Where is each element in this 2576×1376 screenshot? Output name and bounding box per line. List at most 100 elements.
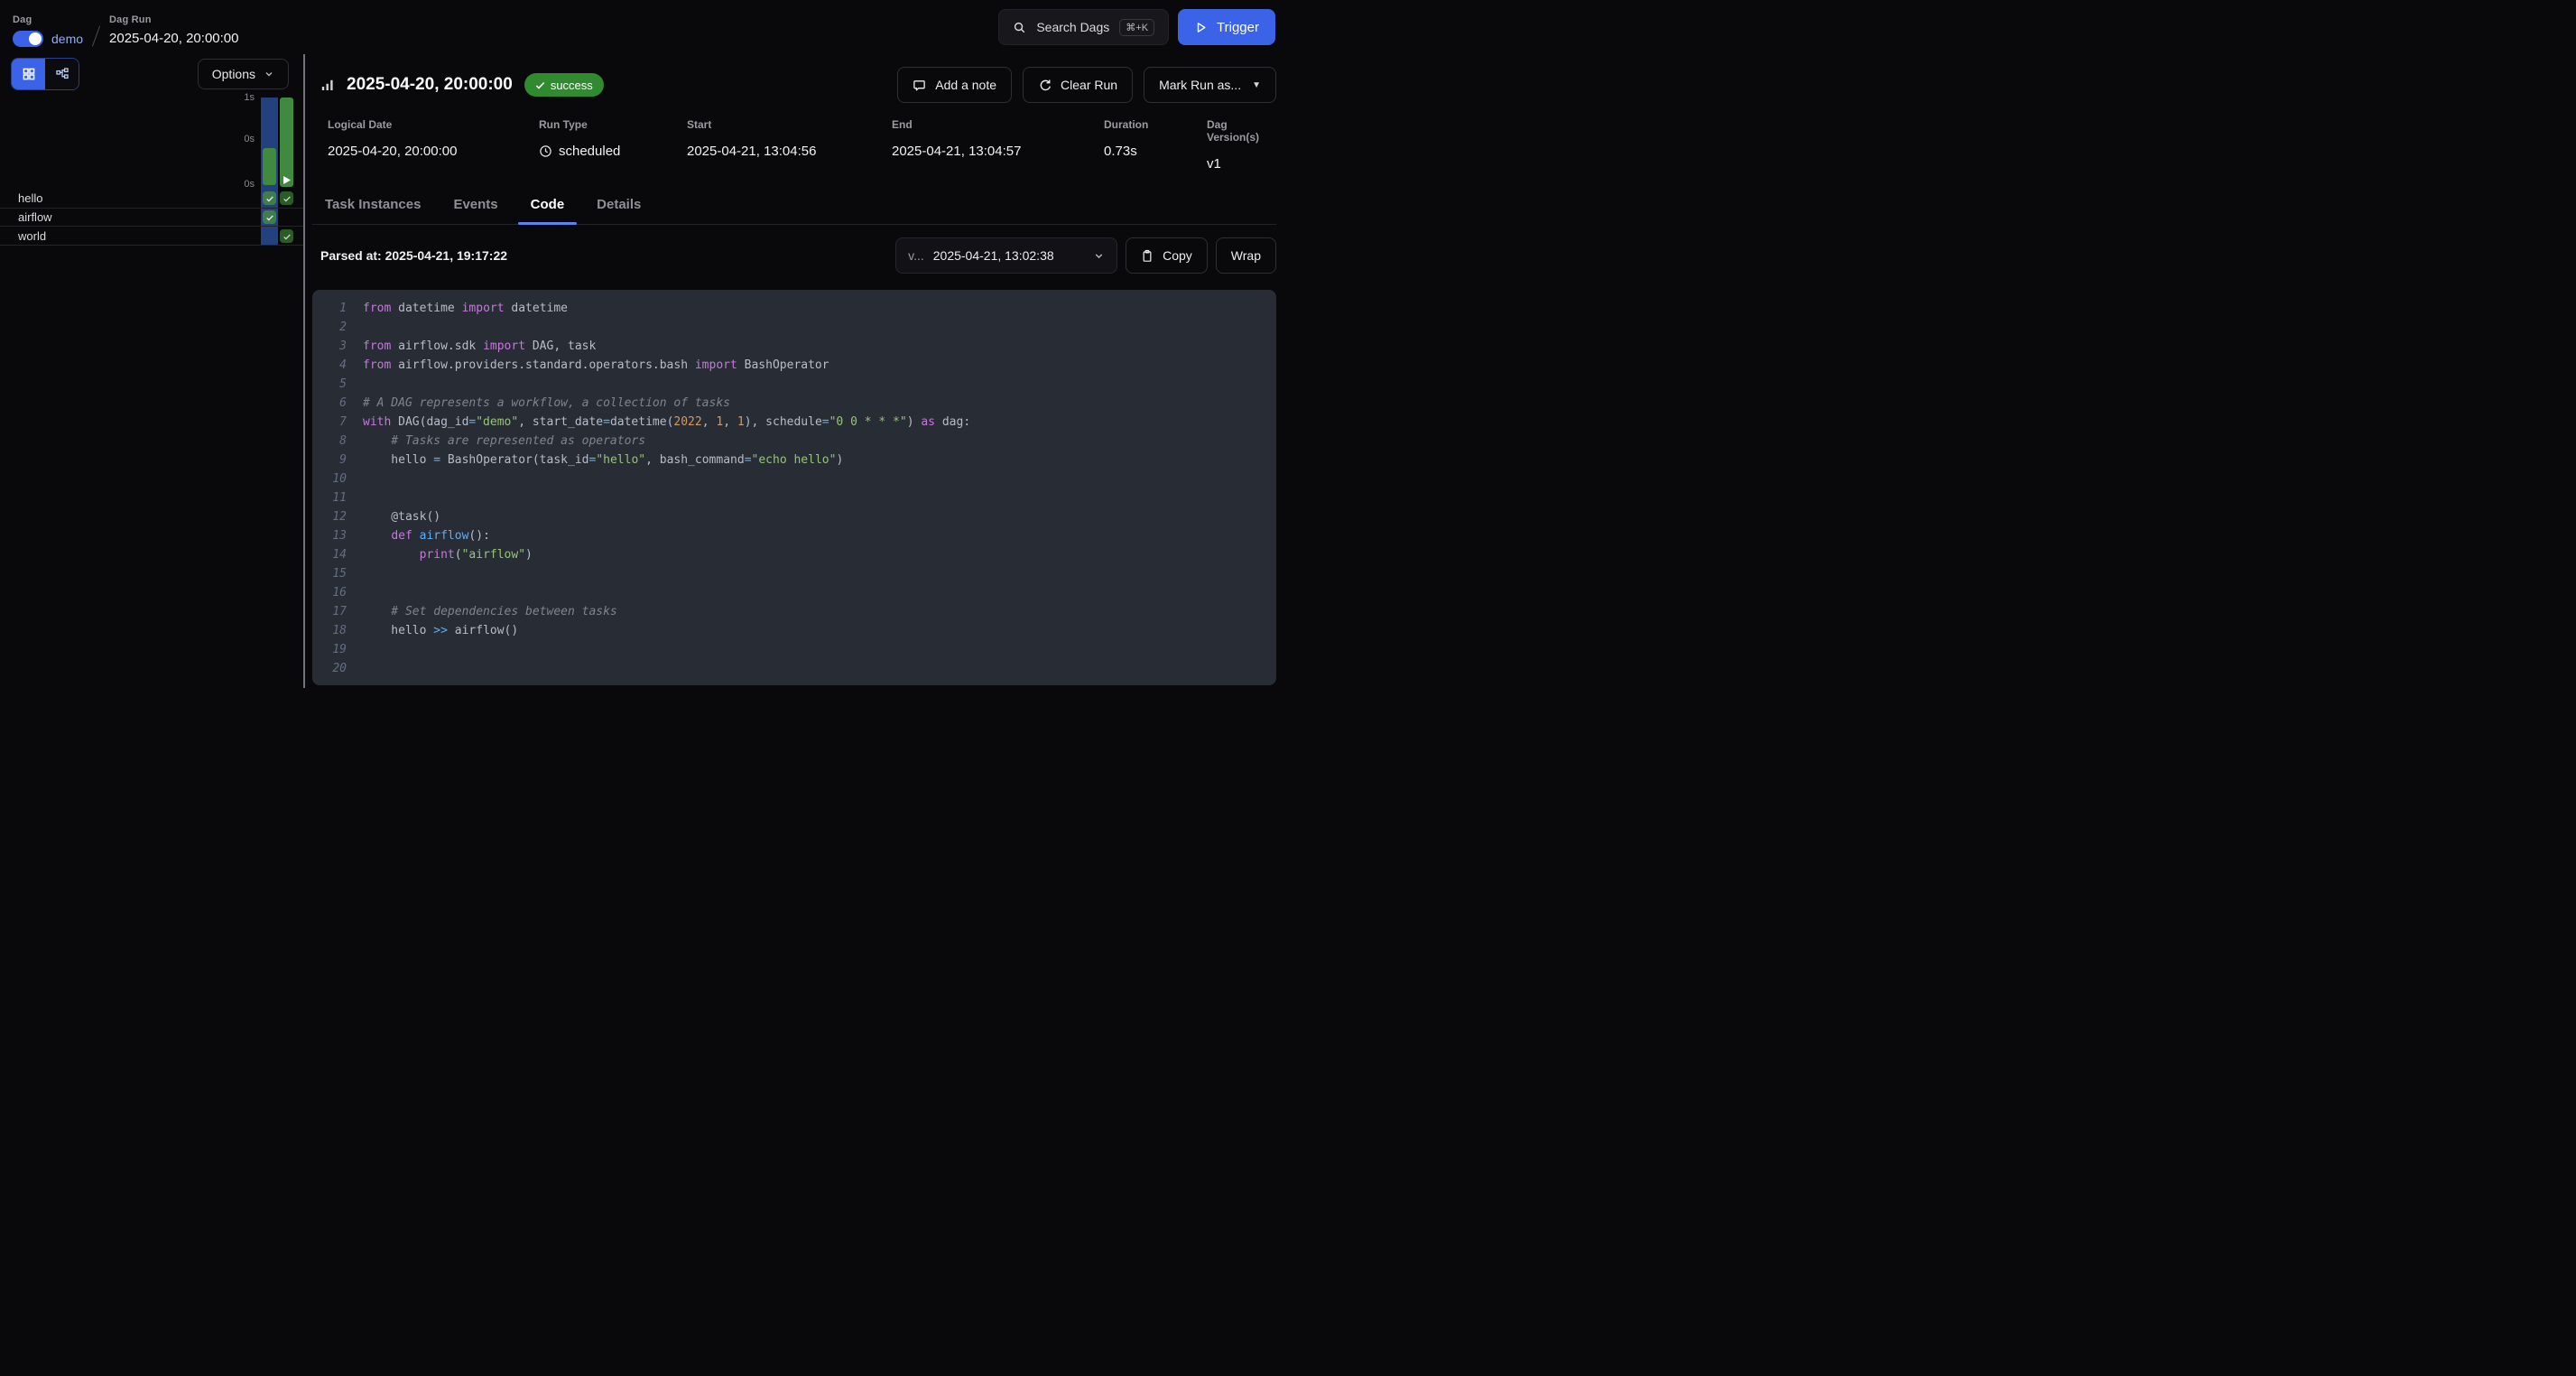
search-shortcut: ⌘+K	[1119, 19, 1154, 36]
meta-value: v1	[1207, 156, 1276, 172]
version-prefix: v...	[908, 248, 924, 263]
meta-label: Logical Date	[328, 118, 539, 131]
dag-name-link[interactable]: demo	[51, 32, 83, 46]
options-button[interactable]: Options	[198, 59, 289, 89]
run-metadata: Logical Date 2025-04-20, 20:00:00 Run Ty…	[312, 118, 1276, 172]
tab-events[interactable]: Events	[440, 197, 510, 224]
status-label: success	[551, 79, 593, 92]
task-row-hello[interactable]: hello	[0, 190, 303, 209]
meta-label: End	[892, 118, 1104, 131]
tab-code[interactable]: Code	[518, 197, 578, 224]
line-number: 20	[325, 659, 347, 678]
task-row-world[interactable]: world	[0, 227, 303, 246]
dag-pause-toggle[interactable]	[13, 31, 43, 47]
code-line: 7 with DAG(dag_id="demo", start_date=date…	[325, 413, 1276, 432]
dag-label: Dag	[13, 14, 83, 25]
meta-start: Start 2025-04-21, 13:04:56	[687, 118, 892, 172]
clear-run-button[interactable]: Clear Run	[1023, 67, 1133, 103]
code-line: 15	[325, 564, 1276, 583]
task-status-check-hello-run1[interactable]	[263, 191, 276, 205]
run-header: 2025-04-20, 20:00:00 success Add a note	[312, 66, 1276, 104]
search-dags-button[interactable]: Search Dags ⌘+K	[998, 9, 1169, 45]
task-row-airflow[interactable]: airflow	[0, 209, 303, 228]
status-badge: success	[524, 73, 604, 97]
version-value: 2025-04-21, 13:02:38	[933, 248, 1084, 263]
run-header-left: 2025-04-20, 20:00:00 success	[312, 73, 604, 97]
wrap-button[interactable]: Wrap	[1216, 237, 1276, 274]
meta-value: scheduled	[539, 144, 687, 159]
line-number: 15	[325, 564, 347, 583]
code-line: 2	[325, 318, 1276, 337]
graph-view-button[interactable]	[45, 59, 79, 89]
line-number: 11	[325, 488, 347, 507]
code-line: 19	[325, 640, 1276, 659]
dag-code-viewer[interactable]: 1from datetime import datetime23from air…	[312, 290, 1276, 685]
meta-label: Dag Version(s)	[1207, 118, 1276, 144]
code-lines: 1from datetime import datetime23from air…	[325, 299, 1276, 678]
code-toolbar-actions: v... 2025-04-21, 13:02:38 Copy Wrap	[895, 237, 1276, 274]
code-text: from airflow.sdk import DAG, task	[363, 337, 596, 356]
axis-tick-0s-bottom: 0s	[244, 179, 255, 190]
search-icon	[1013, 21, 1026, 34]
add-note-button[interactable]: Add a note	[897, 67, 1012, 103]
run-title: 2025-04-20, 20:00:00	[347, 75, 513, 95]
note-icon	[913, 79, 926, 92]
tab-details[interactable]: Details	[584, 197, 653, 224]
axis-tick-0s-mid: 0s	[244, 134, 255, 144]
code-text: # Set dependencies between tasks	[363, 602, 617, 621]
clear-run-label: Clear Run	[1061, 78, 1117, 92]
code-line: 17 # Set dependencies between tasks	[325, 602, 1276, 621]
meta-label: Duration	[1104, 118, 1207, 131]
task-status-check-airflow-run1[interactable]	[263, 210, 276, 224]
line-number: 10	[325, 470, 347, 488]
copy-label: Copy	[1163, 248, 1192, 263]
code-text: with DAG(dag_id="demo", start_date=datet…	[363, 413, 970, 432]
grid-view-button[interactable]	[12, 59, 45, 89]
task-name: airflow	[18, 210, 52, 224]
code-text: # A DAG represents a workflow, a collect…	[363, 394, 730, 413]
wrap-label: Wrap	[1231, 248, 1261, 263]
code-text: hello >> airflow()	[363, 621, 518, 640]
line-number: 17	[325, 602, 347, 621]
sidebar-toolbar: Options	[0, 54, 303, 90]
bar-chart-icon	[320, 78, 335, 92]
breadcrumb: Dag demo Dag Run 2025-04-20, 20:00:00	[13, 7, 238, 47]
trigger-label: Trigger	[1217, 20, 1259, 35]
copy-button[interactable]: Copy	[1126, 237, 1208, 274]
code-line: 1from datetime import datetime	[325, 299, 1276, 318]
task-name: hello	[18, 191, 42, 205]
caret-down-icon: ▼	[1252, 80, 1261, 90]
dag-version-select[interactable]: v... 2025-04-21, 13:02:38	[895, 237, 1117, 274]
run-duration-bar-selected[interactable]	[263, 148, 276, 185]
run-detail-panel: 2025-04-20, 20:00:00 success Add a note	[305, 54, 1288, 688]
breadcrumb-dag-run: Dag Run 2025-04-20, 20:00:00	[109, 14, 238, 46]
line-number: 16	[325, 583, 347, 602]
code-line: 5	[325, 375, 1276, 394]
dag-run-value: 2025-04-20, 20:00:00	[109, 31, 238, 46]
run-duration-bar[interactable]	[280, 98, 293, 187]
code-text: print("airflow")	[363, 545, 533, 564]
content-split: Options 1s 0s 0s hello	[0, 54, 1288, 688]
code-toolbar: Parsed at: 2025-04-21, 19:17:22 v... 202…	[312, 237, 1276, 274]
line-number: 1	[325, 299, 347, 318]
graph-icon	[55, 67, 69, 81]
meta-duration: Duration 0.73s	[1104, 118, 1207, 172]
check-icon	[535, 80, 545, 90]
meta-label: Run Type	[539, 118, 687, 131]
clipboard-icon	[1141, 249, 1154, 263]
mark-run-as-button[interactable]: Mark Run as... ▼	[1144, 67, 1276, 103]
run-duration-grid: 1s 0s 0s hello airflow world	[0, 92, 303, 247]
detail-tabs: Task Instances Events Code Details	[312, 197, 1276, 225]
code-line: 13 def airflow():	[325, 526, 1276, 545]
code-line: 3from airflow.sdk import DAG, task	[325, 337, 1276, 356]
line-number: 4	[325, 356, 347, 375]
task-status-check-world-run2[interactable]	[280, 229, 293, 243]
trigger-button[interactable]: Trigger	[1178, 9, 1275, 45]
code-text: # Tasks are represented as operators	[363, 432, 645, 451]
line-number: 7	[325, 413, 347, 432]
meta-label: Start	[687, 118, 892, 131]
task-status-check-hello-run2[interactable]	[280, 191, 293, 205]
code-line: 9 hello = BashOperator(task_id="hello", …	[325, 451, 1276, 470]
tab-task-instances[interactable]: Task Instances	[312, 197, 433, 224]
manual-run-play-icon	[283, 176, 291, 184]
